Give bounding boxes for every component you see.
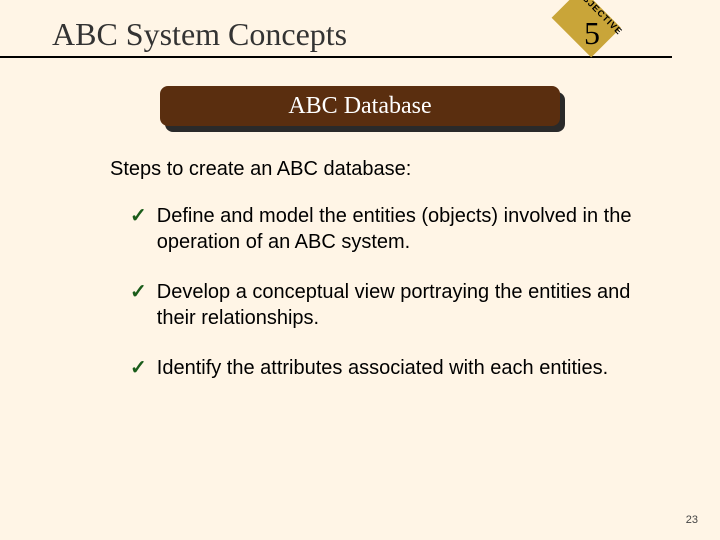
badge-number: 5 bbox=[584, 15, 600, 52]
objective-badge: OBJECTIVE bbox=[543, 0, 621, 66]
bullet-text: Develop a conceptual view portraying the… bbox=[157, 279, 650, 331]
bullet-text: Identify the attributes associated with … bbox=[157, 355, 608, 381]
slide-header: ABC System Concepts OBJECTIVE 5 bbox=[0, 0, 672, 58]
subtitle-text: ABC Database bbox=[160, 86, 560, 126]
bullet-text: Define and model the entities (objects) … bbox=[157, 203, 650, 255]
page-title: ABC System Concepts bbox=[52, 16, 347, 53]
check-icon: ✓ bbox=[130, 279, 147, 305]
intro-text: Steps to create an ABC database: bbox=[110, 158, 650, 181]
check-icon: ✓ bbox=[130, 203, 147, 229]
subtitle-box: ABC Database bbox=[160, 86, 560, 126]
check-icon: ✓ bbox=[130, 355, 147, 381]
list-item: ✓ Develop a conceptual view portraying t… bbox=[130, 279, 650, 331]
page-number: 23 bbox=[686, 514, 698, 526]
list-item: ✓ Define and model the entities (objects… bbox=[130, 203, 650, 255]
content-area: Steps to create an ABC database: ✓ Defin… bbox=[110, 158, 650, 381]
list-item: ✓ Identify the attributes associated wit… bbox=[130, 355, 650, 381]
